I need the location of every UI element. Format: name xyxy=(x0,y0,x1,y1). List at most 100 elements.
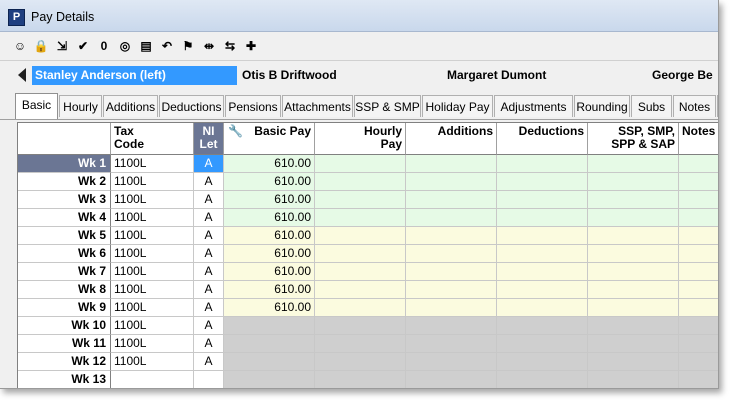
ssp-smp-cell[interactable] xyxy=(588,353,679,371)
tax-code-cell[interactable]: 1100L xyxy=(111,317,194,335)
ni-letter-cell[interactable]: A xyxy=(194,299,224,317)
basic-pay-cell[interactable]: 610.00 xyxy=(224,299,315,317)
hourly-pay-cell[interactable] xyxy=(315,335,406,353)
ssp-smp-cell[interactable] xyxy=(588,209,679,227)
hourly-pay-cell[interactable] xyxy=(315,371,406,388)
basic-pay-cell[interactable] xyxy=(224,335,315,353)
ni-letter-cell[interactable]: A xyxy=(194,155,224,173)
hourly-pay-cell[interactable] xyxy=(315,245,406,263)
ni-letter-cell[interactable] xyxy=(194,371,224,388)
additions-cell[interactable] xyxy=(406,299,497,317)
hourly-pay-cell[interactable] xyxy=(315,281,406,299)
basic-pay-cell[interactable] xyxy=(224,317,315,335)
tax-code-header[interactable]: Tax Code xyxy=(111,123,194,155)
ni-letter-cell[interactable]: A xyxy=(194,335,224,353)
tax-code-cell[interactable]: 1100L xyxy=(111,353,194,371)
tax-code-cell[interactable]: 1100L xyxy=(111,335,194,353)
tax-code-cell[interactable]: 1100L xyxy=(111,209,194,227)
notes-cell[interactable] xyxy=(679,173,718,191)
basic-pay-cell[interactable]: 610.00 xyxy=(224,245,315,263)
deductions-cell[interactable] xyxy=(497,299,588,317)
basic-pay-cell[interactable]: 610.00 xyxy=(224,155,315,173)
ni-letter-cell[interactable]: A xyxy=(194,317,224,335)
tab-notes[interactable]: Notes xyxy=(673,95,716,117)
additions-cell[interactable] xyxy=(406,209,497,227)
tab-holiday-pay[interactable]: Holiday Pay xyxy=(422,95,493,117)
ssp-smp-cell[interactable] xyxy=(588,191,679,209)
basic-pay-cell[interactable] xyxy=(224,371,315,388)
tab-ssp-smp[interactable]: SSP & SMP xyxy=(354,95,421,117)
deductions-cell[interactable] xyxy=(497,245,588,263)
hourly-pay-cell[interactable] xyxy=(315,299,406,317)
ssp-smp-cell[interactable] xyxy=(588,155,679,173)
target-icon-button[interactable]: ◎ xyxy=(115,36,135,56)
deductions-header[interactable]: Deductions xyxy=(497,123,588,155)
additions-header[interactable]: Additions xyxy=(406,123,497,155)
employee-selected[interactable]: Stanley Anderson (left) xyxy=(32,66,237,85)
flag-icon-button[interactable]: ⚑ xyxy=(178,36,198,56)
deductions-cell[interactable] xyxy=(497,335,588,353)
hourly-pay-cell[interactable] xyxy=(315,191,406,209)
undo-icon-button[interactable]: ↶ xyxy=(157,36,177,56)
notes-cell[interactable] xyxy=(679,371,718,388)
ssp-smp-cell[interactable] xyxy=(588,335,679,353)
notes-cell[interactable] xyxy=(679,335,718,353)
tab-pensions[interactable]: Pensions xyxy=(225,95,281,117)
tab-attachments[interactable]: Attachments xyxy=(282,95,353,117)
additions-cell[interactable] xyxy=(406,353,497,371)
deductions-cell[interactable] xyxy=(497,227,588,245)
notes-cell[interactable] xyxy=(679,191,718,209)
ssp-smp-header[interactable]: SSP, SMP, SPP & SAP xyxy=(588,123,679,155)
ssp-smp-cell[interactable] xyxy=(588,317,679,335)
ni-letter-cell[interactable]: A xyxy=(194,191,224,209)
hourly-pay-cell[interactable] xyxy=(315,353,406,371)
ssp-smp-cell[interactable] xyxy=(588,371,679,388)
hourly-pay-cell[interactable] xyxy=(315,155,406,173)
tax-code-cell[interactable]: 1100L xyxy=(111,245,194,263)
hourly-pay-cell[interactable] xyxy=(315,263,406,281)
tax-code-cell[interactable]: 1100L xyxy=(111,155,194,173)
basic-pay-header[interactable]: 🔧 Basic Pay xyxy=(224,123,315,155)
tax-code-cell[interactable]: 1100L xyxy=(111,263,194,281)
tax-code-cell[interactable]: 1100L xyxy=(111,173,194,191)
hourly-pay-header[interactable]: Hourly Pay xyxy=(315,123,406,155)
basic-pay-cell[interactable]: 610.00 xyxy=(224,227,315,245)
lock-icon-button[interactable]: 🔒 xyxy=(31,36,51,56)
deductions-cell[interactable] xyxy=(497,317,588,335)
hourly-pay-cell[interactable] xyxy=(315,317,406,335)
notes-cell[interactable] xyxy=(679,209,718,227)
additions-cell[interactable] xyxy=(406,335,497,353)
notes-cell[interactable] xyxy=(679,245,718,263)
tab-ta[interactable]: Ta xyxy=(717,95,718,117)
ni-letter-cell[interactable]: A xyxy=(194,263,224,281)
additions-cell[interactable] xyxy=(406,281,497,299)
previous-employee-arrow-icon[interactable] xyxy=(18,68,26,82)
ni-letter-cell[interactable]: A xyxy=(194,281,224,299)
deductions-cell[interactable] xyxy=(497,191,588,209)
import-icon-button[interactable]: ⇲ xyxy=(52,36,72,56)
deductions-cell[interactable] xyxy=(497,281,588,299)
checkmark-icon-button[interactable]: ✔ xyxy=(73,36,93,56)
tab-additions[interactable]: Additions xyxy=(103,95,158,117)
tax-code-cell[interactable]: 1100L xyxy=(111,191,194,209)
tab-rounding[interactable]: Rounding xyxy=(574,95,630,117)
notes-cell[interactable] xyxy=(679,281,718,299)
basic-pay-cell[interactable]: 610.00 xyxy=(224,263,315,281)
zero-icon-button[interactable]: 0 xyxy=(94,36,114,56)
basic-pay-cell[interactable] xyxy=(224,353,315,371)
notes-cell[interactable] xyxy=(679,155,718,173)
tab-adjustments[interactable]: Adjustments xyxy=(494,95,573,117)
additions-cell[interactable] xyxy=(406,191,497,209)
employee-item[interactable]: Otis B Driftwood xyxy=(242,66,337,85)
ssp-smp-cell[interactable] xyxy=(588,263,679,281)
deductions-cell[interactable] xyxy=(497,353,588,371)
deductions-cell[interactable] xyxy=(497,371,588,388)
wrench-icon[interactable]: 🔧 xyxy=(228,125,243,138)
ni-letter-cell[interactable]: A xyxy=(194,353,224,371)
ssp-smp-cell[interactable] xyxy=(588,173,679,191)
ni-letter-cell[interactable]: A xyxy=(194,173,224,191)
ni-letter-cell[interactable]: A xyxy=(194,227,224,245)
additions-cell[interactable] xyxy=(406,371,497,388)
deductions-cell[interactable] xyxy=(497,173,588,191)
add-icon-button[interactable]: ✚ xyxy=(241,36,261,56)
